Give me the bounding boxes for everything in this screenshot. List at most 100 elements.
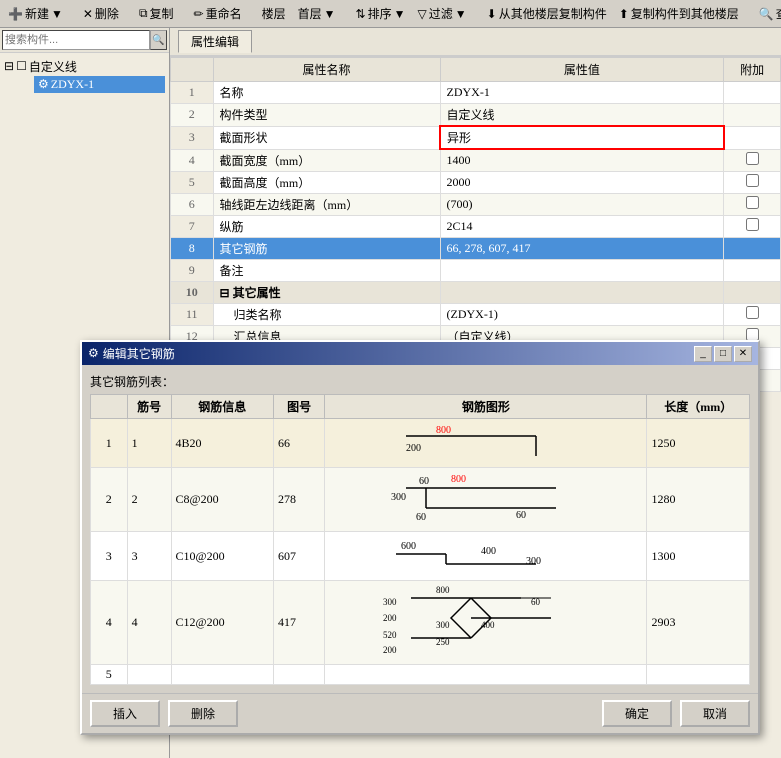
rebar-row-5[interactable]: 5 (91, 665, 750, 685)
prop-attach-checkbox[interactable] (746, 152, 759, 165)
rebar-row2-figno[interactable]: 278 (274, 468, 325, 532)
prop-row-name[interactable]: 其它钢筋 (213, 237, 440, 259)
prop-row-attach[interactable] (724, 171, 781, 193)
prop-row-name[interactable]: 截面高度（mm） (213, 171, 440, 193)
rebar-row-2[interactable]: 2 2 C8@200 278 800 300 60 60 (91, 468, 750, 532)
prop-row-name[interactable]: 构件类型 (213, 104, 440, 127)
prop-attach-checkbox[interactable] (746, 218, 759, 231)
prop-row[interactable]: 6轴线距左边线距离（mm）(700) (171, 193, 781, 215)
copy-to-floor-button[interactable]: ⬆ 复制构件到其他楼层 (615, 4, 743, 23)
rebar-row-1[interactable]: 1 1 4B20 66 800 200 1250 (91, 419, 750, 468)
find-button[interactable]: 🔍 查找 (755, 4, 781, 23)
prop-row[interactable]: 3截面形状异形 (171, 126, 781, 149)
rebar-row1-barno[interactable]: 1 (127, 419, 171, 468)
rebar-row4-length: 2903 (647, 581, 750, 665)
prop-row-attach[interactable] (724, 303, 781, 325)
prop-row-name[interactable]: 截面宽度（mm） (213, 149, 440, 171)
gear-icon: ⚙ (38, 77, 49, 92)
rebar-row2-info[interactable]: C8@200 (171, 468, 274, 532)
prop-row[interactable]: 2构件类型自定义线 (171, 104, 781, 127)
first-floor-button[interactable]: 首层 ▼ (294, 4, 340, 23)
prop-attach-checkbox[interactable] (746, 196, 759, 209)
prop-attach-checkbox[interactable] (746, 306, 759, 319)
prop-row-attach[interactable] (724, 149, 781, 171)
rebar-row2-barno[interactable]: 2 (127, 468, 171, 532)
prop-row-num: 5 (171, 171, 214, 193)
rebar-row-3[interactable]: 3 3 C10@200 607 600 400 300 (91, 532, 750, 581)
rebar-row3-info[interactable]: C10@200 (171, 532, 274, 581)
rebar-row1-info[interactable]: 4B20 (171, 419, 274, 468)
prop-row-attach[interactable] (724, 215, 781, 237)
prop-row-name[interactable]: 名称 (213, 82, 440, 104)
prop-row-name[interactable]: 纵筋 (213, 215, 440, 237)
floor-dropdown-icon[interactable]: ▼ (324, 7, 336, 21)
prop-row-name[interactable]: 备注 (213, 259, 440, 281)
prop-row-name[interactable]: 截面形状 (213, 126, 440, 149)
prop-row-attach (724, 259, 781, 281)
panel-tabs: 属性编辑 (170, 28, 781, 57)
tree-leaf-zdyx1[interactable]: ⚙ ZDYX-1 (34, 76, 165, 93)
minimize-button[interactable]: _ (694, 346, 712, 362)
new-dropdown-icon[interactable]: ▼ (51, 7, 63, 21)
prop-row[interactable]: 10⊟ 其它属性 (171, 281, 781, 303)
prop-row-value[interactable]: 异形 (440, 126, 724, 149)
sort-dropdown-icon[interactable]: ▼ (394, 7, 406, 21)
prop-row-name[interactable]: ⊟ 其它属性 (213, 281, 440, 303)
rebar-row4-info[interactable]: C12@200 (171, 581, 274, 665)
prop-row-value[interactable]: ZDYX-1 (440, 82, 724, 104)
prop-row[interactable]: 9备注 (171, 259, 781, 281)
prop-row-value[interactable]: 66, 278, 607, 417 (440, 237, 724, 259)
rebar-row1-figno[interactable]: 66 (274, 419, 325, 468)
search-button[interactable]: 🔍 (150, 30, 167, 50)
prop-row-value[interactable]: 1400 (440, 149, 724, 171)
rebar-row3-barno[interactable]: 3 (127, 532, 171, 581)
prop-row-value[interactable] (440, 281, 724, 303)
find-icon: 🔍 (759, 7, 774, 21)
prop-row-attach[interactable] (724, 193, 781, 215)
shape3-dim-400: 400 (481, 546, 496, 557)
prop-row-value[interactable]: 2000 (440, 171, 724, 193)
prop-row[interactable]: 5截面高度（mm）2000 (171, 171, 781, 193)
rebar-row4-barno[interactable]: 4 (127, 581, 171, 665)
cancel-button[interactable]: 取消 (680, 700, 750, 727)
prop-row-value[interactable]: (700) (440, 193, 724, 215)
new-button[interactable]: ➕ 新建 ▼ (4, 4, 67, 23)
tree-node: ⚙ ZDYX-1 (14, 76, 165, 93)
prop-attach-checkbox[interactable] (746, 174, 759, 187)
delete-button-dialog[interactable]: 删除 (168, 700, 238, 727)
prop-row[interactable]: 1名称ZDYX-1 (171, 82, 781, 104)
prop-row-value[interactable]: 2C14 (440, 215, 724, 237)
rebar-row4-figno[interactable]: 417 (274, 581, 325, 665)
rebar-row3-figno[interactable]: 607 (274, 532, 325, 581)
filter-button[interactable]: ▽ 过滤 ▼ (414, 4, 471, 23)
rebar-row-4[interactable]: 4 4 C12@200 417 800 60 (91, 581, 750, 665)
rebar-row5-figno[interactable] (274, 665, 325, 685)
rebar-row5-barno[interactable] (127, 665, 171, 685)
prop-row[interactable]: 11归类名称(ZDYX-1) (171, 303, 781, 325)
delete-button[interactable]: ✕ 删除 (79, 4, 123, 23)
prop-attach-checkbox[interactable] (746, 328, 759, 341)
tab-property-edit[interactable]: 属性编辑 (178, 30, 252, 53)
maximize-button[interactable]: □ (714, 346, 732, 362)
prop-row[interactable]: 4截面宽度（mm）1400 (171, 149, 781, 171)
prop-row-name[interactable]: 归类名称 (213, 303, 440, 325)
close-button[interactable]: ✕ (734, 346, 752, 362)
copy-from-floor-button[interactable]: ⬇ 从其他楼层复制构件 (483, 4, 611, 23)
prop-row[interactable]: 8其它钢筋66, 278, 607, 417 (171, 237, 781, 259)
filter-dropdown-icon[interactable]: ▼ (455, 7, 467, 21)
rename-button[interactable]: ✏ 重命名 (190, 4, 246, 23)
prop-row[interactable]: 7纵筋2C14 (171, 215, 781, 237)
prop-row-num: 3 (171, 126, 214, 149)
prop-row-value[interactable] (440, 259, 724, 281)
search-input[interactable] (2, 30, 150, 50)
prop-row-name[interactable]: 轴线距左边线距离（mm） (213, 193, 440, 215)
prop-row-value[interactable]: 自定义线 (440, 104, 724, 127)
confirm-button[interactable]: 确定 (602, 700, 672, 727)
copy-button[interactable]: ⧉ 复制 (135, 4, 178, 23)
insert-button[interactable]: 插入 (90, 700, 160, 727)
tree-root-item[interactable]: ⊟ ☐ 自定义线 (4, 57, 165, 76)
floor-button[interactable]: 楼层 (258, 4, 290, 23)
prop-row-value[interactable]: (ZDYX-1) (440, 303, 724, 325)
rebar-row5-info[interactable] (171, 665, 274, 685)
sort-button[interactable]: ⇅ 排序 ▼ (352, 4, 410, 23)
